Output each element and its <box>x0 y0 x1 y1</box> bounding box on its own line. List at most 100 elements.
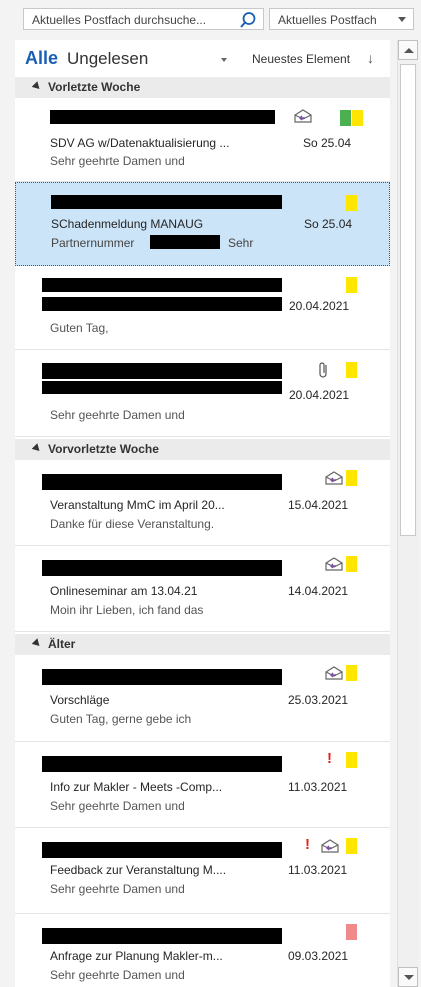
mail-subject: Anfrage zur Planung Makler-m... <box>50 949 223 963</box>
mail-date: 20.04.2021 <box>289 299 350 313</box>
redacted-sender <box>42 560 282 576</box>
sort-button[interactable]: Neuestes Element <box>252 52 350 66</box>
mail-date: 20.04.2021 <box>289 388 350 402</box>
envelope-reply-icon <box>294 109 312 123</box>
mail-preview: Sehr geehrte Damen und <box>50 968 185 982</box>
mail-preview-tail: Sehr <box>228 236 254 250</box>
redacted-sender <box>42 756 282 772</box>
search-scope-dropdown[interactable]: Aktuelles Postfach <box>269 8 414 30</box>
redacted-sender <box>42 928 282 944</box>
mail-date: 15.04.2021 <box>288 498 349 512</box>
mail-preview: Danke für diese Veranstaltung. <box>50 517 215 531</box>
category-flag-icon[interactable] <box>346 924 357 940</box>
group-header-vorvorletzte-woche[interactable]: Vorvorletzte Woche <box>15 439 390 460</box>
filter-all-tab[interactable]: Alle <box>25 48 58 69</box>
mail-item[interactable]: Veranstaltung MmC im April 20... 15.04.2… <box>15 460 390 546</box>
collapse-triangle-icon[interactable] <box>31 443 43 454</box>
category-flag-icon[interactable] <box>352 110 363 126</box>
mail-subject: SChadenmeldung MANAUG <box>51 217 204 231</box>
chevron-up-icon <box>404 48 414 53</box>
scroll-up-button[interactable] <box>398 40 418 60</box>
category-flag-icon[interactable] <box>346 277 357 293</box>
dropdown-arrow-icon <box>398 17 406 22</box>
category-flag-icon[interactable] <box>346 665 357 681</box>
envelope-reply-icon <box>325 666 343 680</box>
group-title: Vorletzte Woche <box>48 80 141 94</box>
envelope-reply-icon <box>325 557 343 571</box>
redacted-number <box>150 235 220 249</box>
mail-item[interactable]: Onlineseminar am 13.04.21 14.04.2021 Moi… <box>15 546 390 632</box>
mail-item[interactable]: SDV AG w/Datenaktualisierung ... So 25.0… <box>15 98 390 182</box>
mail-preview: Sehr geehrte Damen und <box>50 882 185 896</box>
mail-preview: Sehr geehrte Damen und <box>50 799 185 813</box>
mail-preview: Moin ihr Lieben, ich fand das <box>50 603 204 617</box>
mail-preview: Guten Tag, <box>50 321 109 335</box>
category-flag-icon[interactable] <box>346 362 357 378</box>
message-list: Alle Ungelesen Neuestes Element ↓ Vorlet… <box>15 40 390 987</box>
filter-unread-tab[interactable]: Ungelesen <box>67 49 148 69</box>
mail-date: 09.03.2021 <box>288 949 349 963</box>
scroll-down-button[interactable] <box>398 967 418 987</box>
mail-subject: Feedback zur Veranstaltung M.... <box>50 863 227 877</box>
category-flag-icon[interactable] <box>346 838 357 854</box>
mail-subject: SDV AG w/Datenaktualisierung ... <box>50 136 230 150</box>
mail-subject: Info zur Makler - Meets -Comp... <box>50 780 223 794</box>
category-green-icon <box>340 110 351 126</box>
search-placeholder: Aktuelles Postfach durchsuche... <box>32 13 207 27</box>
category-flag-icon[interactable] <box>346 195 357 211</box>
sort-direction-icon[interactable]: ↓ <box>367 50 374 66</box>
search-input[interactable]: Aktuelles Postfach durchsuche... <box>23 8 264 30</box>
filter-dropdown-icon[interactable] <box>221 58 227 62</box>
redacted-subject <box>42 297 282 311</box>
redacted-sender <box>50 110 275 124</box>
mail-date: 14.04.2021 <box>288 584 349 598</box>
search-icon[interactable] <box>239 11 257 29</box>
mail-subject: Vorschläge <box>50 693 110 707</box>
group-title: Älter <box>48 637 76 651</box>
mail-subject: Veranstaltung MmC im April 20... <box>50 498 225 512</box>
vertical-scrollbar[interactable] <box>397 40 418 987</box>
redacted-sender <box>42 669 282 685</box>
filter-row: Alle Ungelesen Neuestes Element ↓ <box>15 40 390 77</box>
redacted-sender <box>42 363 282 379</box>
mail-item-selected[interactable]: SChadenmeldung MANAUG So 25.04 Partnernu… <box>15 182 390 266</box>
redacted-sender <box>51 195 282 209</box>
mail-date: 11.03.2021 <box>288 863 348 877</box>
collapse-triangle-icon[interactable] <box>31 81 43 92</box>
mail-item[interactable]: 20.04.2021 Guten Tag, <box>15 267 390 350</box>
category-flag-icon[interactable] <box>346 752 357 768</box>
category-flag-icon[interactable] <box>346 556 357 572</box>
mail-date: 25.03.2021 <box>288 693 349 707</box>
mail-item[interactable]: ! Feedback zur Veranstaltung M.... 11.03… <box>15 828 390 914</box>
group-header-aelter[interactable]: Älter <box>15 634 390 655</box>
group-header-vorletzte-woche[interactable]: Vorletzte Woche <box>15 77 390 98</box>
attachment-icon <box>319 362 327 378</box>
redacted-sender <box>42 474 282 490</box>
mail-preview: Partnernummer <box>51 236 135 250</box>
mail-item[interactable]: 20.04.2021 Sehr geehrte Damen und <box>15 350 390 437</box>
mail-preview: Sehr geehrte Damen und <box>50 154 185 168</box>
chevron-down-icon <box>404 975 414 980</box>
search-bar: Aktuelles Postfach durchsuche... Aktuell… <box>23 8 414 32</box>
redacted-subject <box>42 381 282 394</box>
mail-preview: Sehr geehrte Damen und <box>50 408 185 422</box>
mail-preview: Guten Tag, gerne gebe ich <box>50 712 192 726</box>
search-scope-label: Aktuelles Postfach <box>278 13 377 27</box>
scroll-thumb[interactable] <box>400 64 416 536</box>
mail-item[interactable]: ! Info zur Makler - Meets -Comp... 11.03… <box>15 742 390 828</box>
mail-date: So 25.04 <box>304 217 353 231</box>
mail-date: So 25.04 <box>303 136 352 150</box>
collapse-triangle-icon[interactable] <box>31 638 43 649</box>
redacted-sender <box>42 842 282 858</box>
envelope-reply-icon <box>325 471 343 485</box>
mail-item[interactable]: Anfrage zur Planung Makler-m... 09.03.20… <box>15 914 390 987</box>
envelope-reply-icon <box>321 839 339 853</box>
importance-icon: ! <box>305 836 310 853</box>
importance-icon: ! <box>327 750 332 767</box>
redacted-sender <box>42 278 282 292</box>
group-title: Vorvorletzte Woche <box>48 442 159 456</box>
mail-item[interactable]: Vorschläge 25.03.2021 Guten Tag, gerne g… <box>15 655 390 742</box>
category-flag-icon[interactable] <box>346 470 357 486</box>
mail-subject: Onlineseminar am 13.04.21 <box>50 584 198 598</box>
mail-date: 11.03.2021 <box>288 780 348 794</box>
